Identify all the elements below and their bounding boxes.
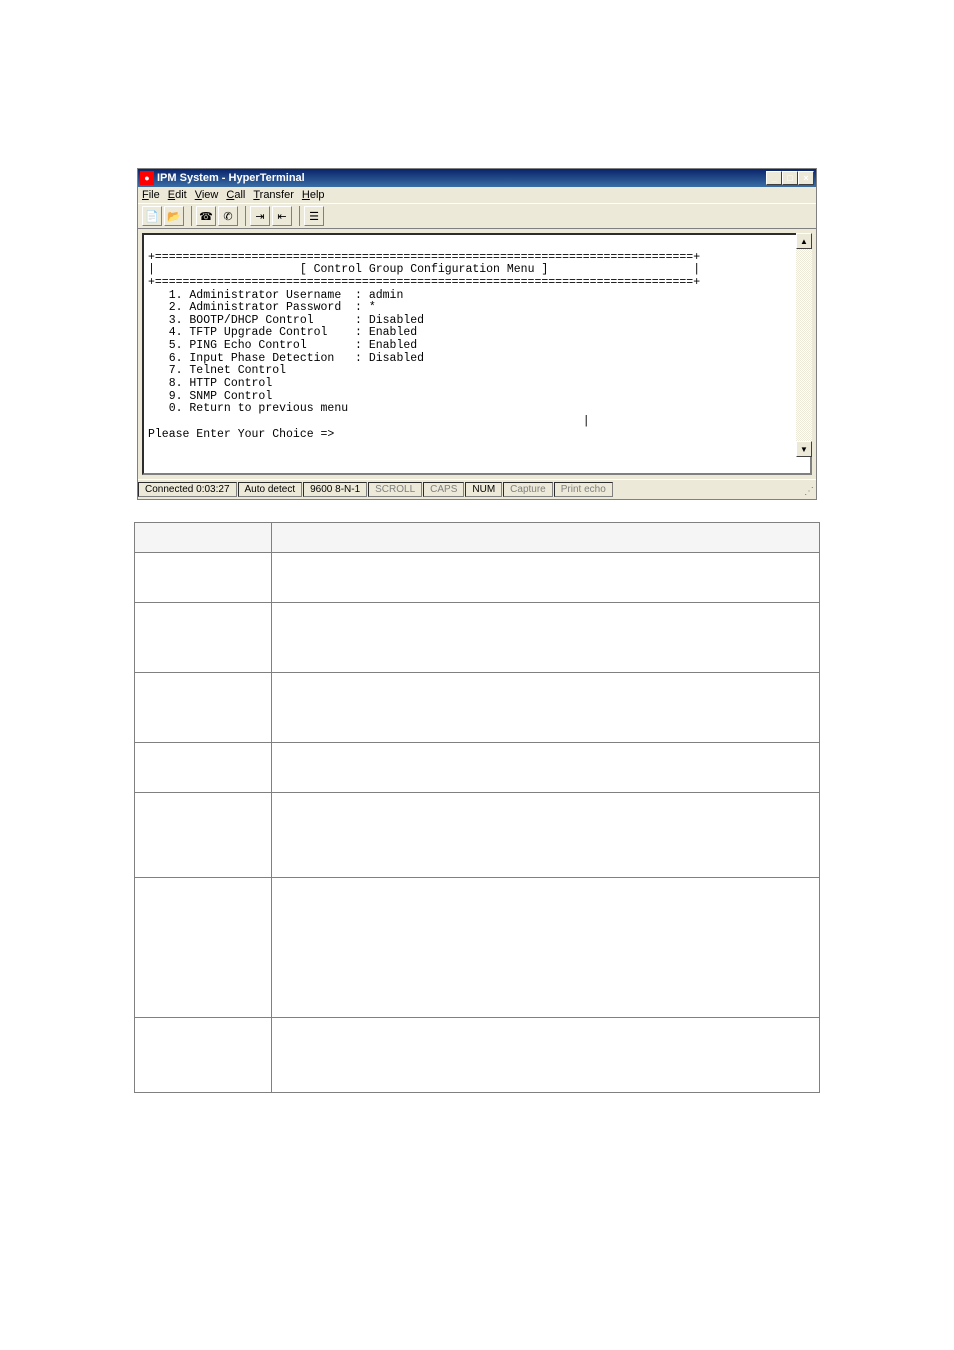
hyperterminal-window: ● IPM System - HyperTerminal _ □ × File …: [137, 168, 817, 500]
table-cell: [135, 1018, 272, 1093]
table-cell: [272, 553, 820, 603]
disconnect-icon[interactable]: ✆: [218, 206, 238, 226]
menubar: File Edit View Call Transfer Help: [138, 187, 816, 203]
menu-line: 4. TFTP Upgrade Control : Enabled: [148, 326, 417, 339]
table-cell: [272, 1018, 820, 1093]
status-printecho: Print echo: [554, 482, 613, 497]
toolbar: 📄 📂 ☎ ✆ ⇥ ⇤ ☰: [138, 203, 816, 229]
menu-title: [ Control Group Configuration Menu ]: [300, 263, 548, 276]
window-controls: _ □ ×: [766, 171, 814, 185]
table-header-row: [135, 523, 820, 553]
table-cell: [135, 523, 272, 553]
scroll-up-icon[interactable]: ▲: [796, 233, 812, 249]
resize-grip-icon[interactable]: ⋰: [802, 482, 816, 497]
table-cell: [135, 603, 272, 673]
table-row: [135, 1018, 820, 1093]
description-table: [134, 522, 820, 1093]
receive-icon[interactable]: ⇤: [272, 206, 292, 226]
status-caps: CAPS: [423, 482, 464, 497]
table-cell: [272, 878, 820, 1018]
table-cell: [135, 743, 272, 793]
status-autodetect: Auto detect: [238, 482, 303, 497]
table-cell: [135, 673, 272, 743]
terminal-output: +=======================================…: [148, 239, 806, 441]
send-icon[interactable]: ⇥: [250, 206, 270, 226]
connect-icon[interactable]: ☎: [196, 206, 216, 226]
prompt: Please Enter Your Choice =>: [148, 428, 334, 441]
open-icon[interactable]: 📂: [164, 206, 184, 226]
menu-edit[interactable]: Edit: [168, 189, 187, 201]
scroll-down-icon[interactable]: ▼: [796, 441, 812, 457]
status-capture: Capture: [503, 482, 553, 497]
menu-line: 0. Return to previous menu: [148, 402, 348, 415]
maximize-button[interactable]: □: [782, 171, 798, 185]
menu-line: 2. Administrator Password : *: [148, 301, 376, 314]
scrollbar[interactable]: ▲ ▼: [796, 233, 812, 457]
table-row: [135, 603, 820, 673]
menu-line: 8. HTTP Control: [148, 377, 272, 390]
status-baud: 9600 8-N-1: [303, 482, 367, 497]
table-row: [135, 553, 820, 603]
table-row: [135, 793, 820, 878]
menu-call[interactable]: Call: [226, 189, 245, 201]
table-row: [135, 673, 820, 743]
app-icon: ●: [140, 171, 154, 185]
menu-line: 1. Administrator Username : admin: [148, 289, 403, 302]
table-row: [135, 878, 820, 1018]
status-num: NUM: [465, 482, 502, 497]
menu-view[interactable]: View: [195, 189, 219, 201]
menu-line: 9. SNMP Control: [148, 390, 272, 403]
menu-line: 7. Telnet Control: [148, 364, 286, 377]
statusbar: Connected 0:03:27 Auto detect 9600 8-N-1…: [138, 479, 816, 499]
status-connected: Connected 0:03:27: [138, 482, 237, 497]
terminal[interactable]: +=======================================…: [142, 233, 812, 475]
status-scroll: SCROLL: [368, 482, 422, 497]
table-cell: [272, 793, 820, 878]
terminal-area: +=======================================…: [138, 229, 816, 479]
menu-line: 3. BOOTP/DHCP Control : Disabled: [148, 314, 424, 327]
minimize-button[interactable]: _: [766, 171, 782, 185]
table-cell: [272, 523, 820, 553]
properties-icon[interactable]: ☰: [304, 206, 324, 226]
menu-line: 5. PING Echo Control : Enabled: [148, 339, 417, 352]
table-cell: [135, 553, 272, 603]
menu-help[interactable]: Help: [302, 189, 325, 201]
window-title: IPM System - HyperTerminal: [157, 172, 766, 184]
table-cell: [135, 878, 272, 1018]
new-icon[interactable]: 📄: [142, 206, 162, 226]
table-cell: [135, 793, 272, 878]
menu-transfer[interactable]: Transfer: [253, 189, 294, 201]
table-cell: [272, 673, 820, 743]
menu-line: 6. Input Phase Detection : Disabled: [148, 352, 424, 365]
menu-file[interactable]: File: [142, 189, 160, 201]
titlebar[interactable]: ● IPM System - HyperTerminal _ □ ×: [138, 169, 816, 187]
table-row: [135, 743, 820, 793]
table-cell: [272, 603, 820, 673]
scroll-track[interactable]: [796, 249, 812, 441]
table-cell: [272, 743, 820, 793]
close-button[interactable]: ×: [798, 171, 814, 185]
